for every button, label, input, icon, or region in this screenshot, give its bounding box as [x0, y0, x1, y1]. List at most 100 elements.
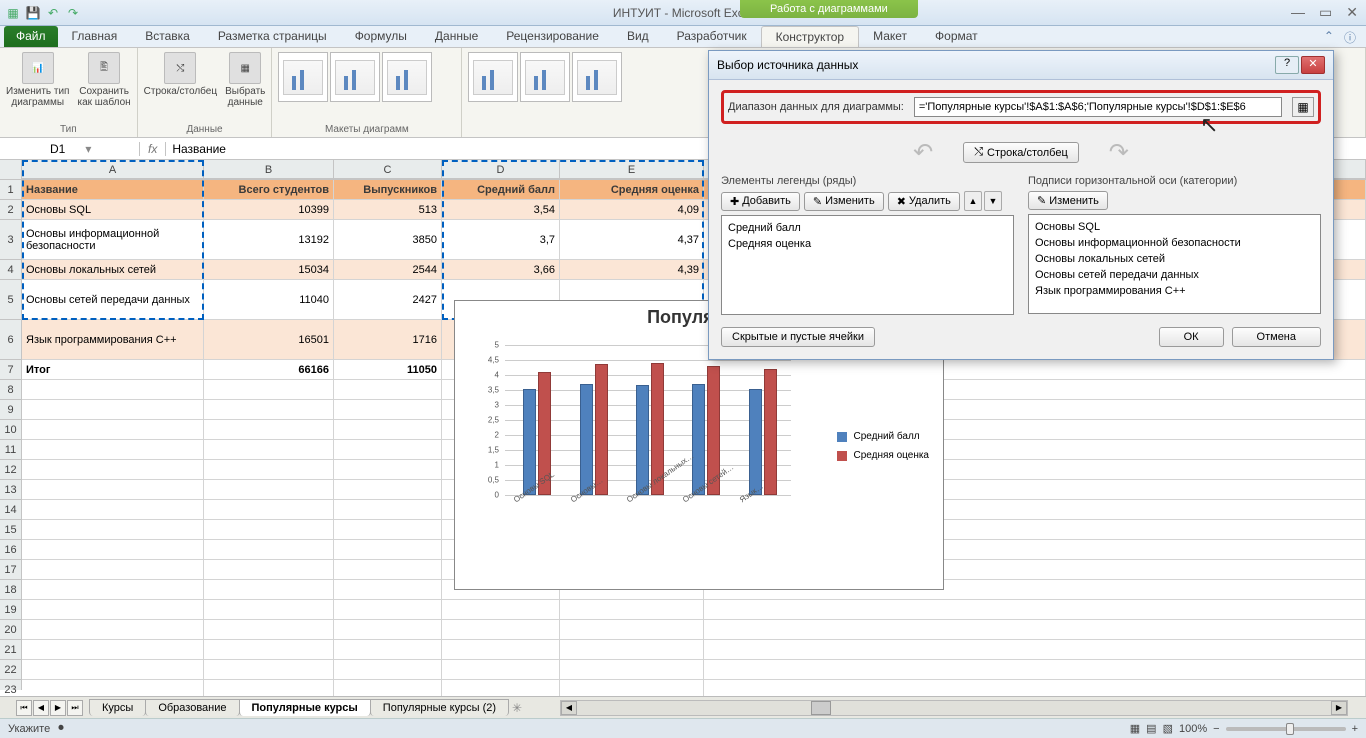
- macro-record-icon[interactable]: ⏺: [58, 722, 64, 735]
- list-item[interactable]: Средняя оценка: [728, 236, 1007, 252]
- row-header[interactable]: 19: [0, 600, 21, 620]
- save-icon[interactable]: 💾: [24, 4, 42, 22]
- tab-данные[interactable]: Данные: [421, 26, 492, 47]
- tab-разметка страницы[interactable]: Разметка страницы: [204, 26, 341, 47]
- row-header[interactable]: 20: [0, 620, 21, 640]
- cell[interactable]: [204, 620, 334, 639]
- cell[interactable]: [204, 580, 334, 599]
- chart-layout-thumb[interactable]: [382, 52, 432, 102]
- cell[interactable]: Основы SQL: [22, 200, 204, 219]
- cell[interactable]: [204, 460, 334, 479]
- switch-row-column-button[interactable]: ⤭ Строка/столбец: [144, 52, 217, 108]
- cell[interactable]: 513: [334, 200, 442, 219]
- chart-style-thumb[interactable]: [468, 52, 518, 102]
- tab-вставка[interactable]: Вставка: [131, 26, 204, 47]
- axis-labels-listbox[interactable]: Основы SQLОсновы информационной безопасн…: [1028, 214, 1321, 314]
- zoom-out-icon[interactable]: −: [1213, 723, 1219, 735]
- chevron-down-icon[interactable]: ▾: [85, 142, 91, 156]
- row-header[interactable]: 16: [0, 540, 21, 560]
- cell[interactable]: [22, 600, 204, 619]
- row-header[interactable]: 21: [0, 640, 21, 660]
- cell[interactable]: [442, 620, 560, 639]
- tab-главная[interactable]: Главная: [58, 26, 132, 47]
- list-item[interactable]: Основы информационной безопасности: [1035, 235, 1314, 251]
- cell[interactable]: 3,7: [442, 220, 560, 259]
- change-chart-type-button[interactable]: 📊 Изменить тип диаграммы: [6, 52, 69, 108]
- save-as-template-button[interactable]: 🖺 Сохранить как шаблон: [77, 52, 130, 108]
- tab-макет[interactable]: Макет: [859, 26, 921, 47]
- cancel-button[interactable]: Отмена: [1232, 327, 1321, 347]
- chart-bar[interactable]: [636, 385, 649, 495]
- cell[interactable]: 4,39: [560, 260, 704, 279]
- name-box[interactable]: D1▾: [0, 142, 140, 156]
- list-item[interactable]: Язык программирования C++: [1035, 283, 1314, 299]
- dialog-help-icon[interactable]: ?: [1275, 56, 1299, 74]
- edit-axis-labels-button[interactable]: ✎Изменить: [1028, 191, 1108, 210]
- column-header[interactable]: D: [442, 160, 560, 179]
- view-page-layout-icon[interactable]: ▤: [1146, 722, 1156, 735]
- cell[interactable]: [22, 520, 204, 539]
- zoom-value[interactable]: 100%: [1179, 723, 1207, 735]
- cell[interactable]: [334, 460, 442, 479]
- cell[interactable]: [22, 560, 204, 579]
- row-header[interactable]: 5: [0, 280, 21, 320]
- cell[interactable]: [442, 640, 560, 659]
- cell[interactable]: [22, 540, 204, 559]
- chart-bar[interactable]: [749, 389, 762, 496]
- cell[interactable]: [204, 520, 334, 539]
- move-up-button[interactable]: ▲: [964, 191, 982, 211]
- redo-icon[interactable]: ↷: [64, 4, 82, 22]
- chart-bar[interactable]: [523, 389, 536, 495]
- cell[interactable]: 3850: [334, 220, 442, 259]
- cell[interactable]: [334, 420, 442, 439]
- row-header[interactable]: 15: [0, 520, 21, 540]
- cell[interactable]: [22, 420, 204, 439]
- sheet-tab[interactable]: Популярные курсы (2): [370, 699, 509, 716]
- cell[interactable]: 66166: [204, 360, 334, 379]
- zoom-slider[interactable]: [1226, 727, 1346, 731]
- cell[interactable]: 16501: [204, 320, 334, 359]
- row-header[interactable]: 10: [0, 420, 21, 440]
- tab-разработчик[interactable]: Разработчик: [663, 26, 761, 47]
- cell[interactable]: Итог: [22, 360, 204, 379]
- cell[interactable]: Основы сетей передачи данных: [22, 280, 204, 319]
- tab-вид[interactable]: Вид: [613, 26, 663, 47]
- scroll-thumb[interactable]: [811, 701, 831, 715]
- cell[interactable]: Основы информационной безопасности: [22, 220, 204, 259]
- sheet-tab[interactable]: Популярные курсы: [239, 699, 371, 716]
- cell[interactable]: [22, 640, 204, 659]
- range-picker-icon[interactable]: ▦: [1292, 97, 1314, 117]
- select-data-button[interactable]: ▦ Выбрать данные: [225, 52, 265, 108]
- list-item[interactable]: Основы локальных сетей: [1035, 251, 1314, 267]
- chart-bar[interactable]: [580, 384, 593, 495]
- cell[interactable]: [204, 440, 334, 459]
- close-icon[interactable]: ✕: [1346, 4, 1358, 21]
- chart-style-thumb[interactable]: [520, 52, 570, 102]
- row-header[interactable]: 2: [0, 200, 21, 220]
- row-header[interactable]: 12: [0, 460, 21, 480]
- tab-file[interactable]: Файл: [4, 26, 58, 47]
- cell[interactable]: 3,54: [442, 200, 560, 219]
- cell[interactable]: [560, 640, 704, 659]
- row-header[interactable]: 4: [0, 260, 21, 280]
- cell[interactable]: 15034: [204, 260, 334, 279]
- horizontal-scrollbar[interactable]: ◀ ▶: [560, 700, 1348, 716]
- legend-entries-listbox[interactable]: Средний баллСредняя оценка: [721, 215, 1014, 315]
- cell[interactable]: [334, 440, 442, 459]
- view-page-break-icon[interactable]: ▧: [1163, 722, 1173, 735]
- cell[interactable]: [204, 560, 334, 579]
- cell[interactable]: [334, 380, 442, 399]
- edit-series-button[interactable]: ✎Изменить: [804, 192, 884, 211]
- row-header[interactable]: 17: [0, 560, 21, 580]
- add-series-button[interactable]: ✚Добавить: [721, 192, 800, 211]
- cell[interactable]: [442, 660, 560, 679]
- tab-формат[interactable]: Формат: [921, 26, 992, 47]
- cell[interactable]: Основы локальных сетей: [22, 260, 204, 279]
- cell[interactable]: [22, 440, 204, 459]
- cell[interactable]: [334, 580, 442, 599]
- cell[interactable]: [204, 380, 334, 399]
- view-normal-icon[interactable]: ▦: [1130, 722, 1140, 735]
- cell[interactable]: 10399: [204, 200, 334, 219]
- move-down-button[interactable]: ▼: [984, 191, 1002, 211]
- chart-layout-thumb[interactable]: [330, 52, 380, 102]
